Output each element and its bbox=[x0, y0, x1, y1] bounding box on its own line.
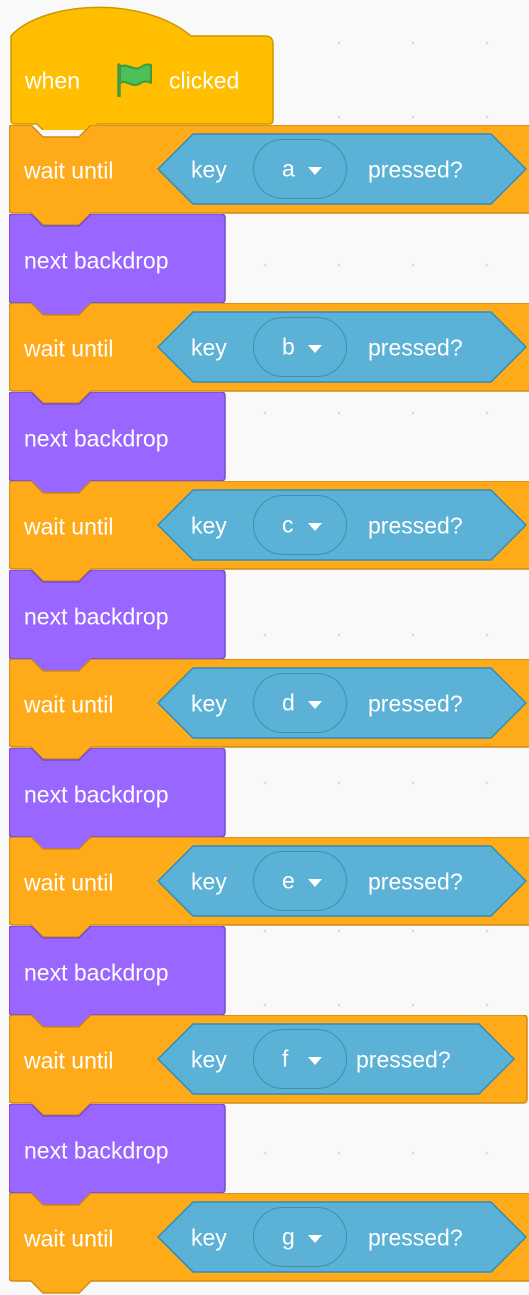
next-backdrop-label: next backdrop bbox=[24, 425, 169, 452]
pressed-label: pressed? bbox=[368, 1224, 463, 1251]
key-pressed-boolean[interactable]: key b pressed? bbox=[157, 311, 527, 383]
wait-until-label: wait until bbox=[24, 513, 114, 540]
next-backdrop-label: next backdrop bbox=[24, 1137, 169, 1164]
key-dropdown[interactable]: g bbox=[253, 1207, 347, 1267]
wait-until-label: wait until bbox=[24, 691, 114, 718]
key-pressed-boolean[interactable]: key f pressed? bbox=[157, 1023, 515, 1095]
chevron-down-icon bbox=[308, 701, 322, 709]
key-label: key bbox=[191, 512, 227, 539]
script-workspace[interactable]: when clicked wait until key a pressed? next … bbox=[0, 0, 529, 1294]
key-dropdown-value: a bbox=[282, 155, 295, 182]
chevron-down-icon bbox=[308, 1235, 322, 1243]
key-pressed-boolean[interactable]: key c pressed? bbox=[157, 489, 527, 561]
chevron-down-icon bbox=[308, 879, 322, 887]
key-dropdown-value: d bbox=[282, 689, 295, 716]
pressed-label: pressed? bbox=[368, 868, 463, 895]
key-label: key bbox=[191, 334, 227, 361]
key-dropdown[interactable]: f bbox=[253, 1029, 347, 1089]
pressed-label: pressed? bbox=[368, 690, 463, 717]
next-backdrop-label: next backdrop bbox=[24, 247, 169, 274]
pressed-label: pressed? bbox=[368, 512, 463, 539]
green-flag-icon bbox=[117, 63, 152, 97]
key-label: key bbox=[191, 1224, 227, 1251]
pressed-label: pressed? bbox=[356, 1046, 451, 1073]
chevron-down-icon bbox=[308, 1057, 322, 1065]
key-label: key bbox=[191, 690, 227, 717]
pressed-label: pressed? bbox=[368, 156, 463, 183]
wait-until-label: wait until bbox=[24, 869, 114, 896]
key-pressed-boolean[interactable]: key a pressed? bbox=[157, 133, 527, 205]
key-label: key bbox=[191, 156, 227, 183]
key-pressed-boolean[interactable]: key e pressed? bbox=[157, 845, 527, 917]
key-dropdown-value: g bbox=[282, 1223, 295, 1250]
chevron-down-icon bbox=[308, 523, 322, 531]
key-label: key bbox=[191, 1046, 227, 1073]
wait-until-label: wait until bbox=[24, 335, 114, 362]
next-backdrop-label: next backdrop bbox=[24, 959, 169, 986]
key-dropdown[interactable]: b bbox=[253, 317, 347, 377]
hat-when-label: when bbox=[25, 67, 80, 94]
key-dropdown-value: c bbox=[282, 511, 294, 538]
wait-until-label: wait until bbox=[24, 157, 114, 184]
next-backdrop-label: next backdrop bbox=[24, 603, 169, 630]
pressed-label: pressed? bbox=[368, 334, 463, 361]
key-pressed-boolean[interactable]: key g pressed? bbox=[157, 1201, 527, 1273]
wait-until-label: wait until bbox=[24, 1047, 114, 1074]
chevron-down-icon bbox=[308, 345, 322, 353]
key-dropdown[interactable]: d bbox=[253, 673, 347, 733]
hat-clicked-label: clicked bbox=[169, 67, 240, 94]
chevron-down-icon bbox=[308, 167, 322, 175]
key-pressed-boolean[interactable]: key d pressed? bbox=[157, 667, 527, 739]
key-dropdown[interactable]: c bbox=[253, 495, 347, 555]
key-dropdown-value: e bbox=[282, 867, 295, 894]
key-dropdown[interactable]: e bbox=[253, 851, 347, 911]
key-dropdown[interactable]: a bbox=[253, 139, 347, 199]
next-backdrop-label: next backdrop bbox=[24, 781, 169, 808]
key-dropdown-value: b bbox=[282, 333, 295, 360]
wait-until-label: wait until bbox=[24, 1225, 114, 1252]
key-dropdown-value: f bbox=[282, 1045, 289, 1072]
key-label: key bbox=[191, 868, 227, 895]
